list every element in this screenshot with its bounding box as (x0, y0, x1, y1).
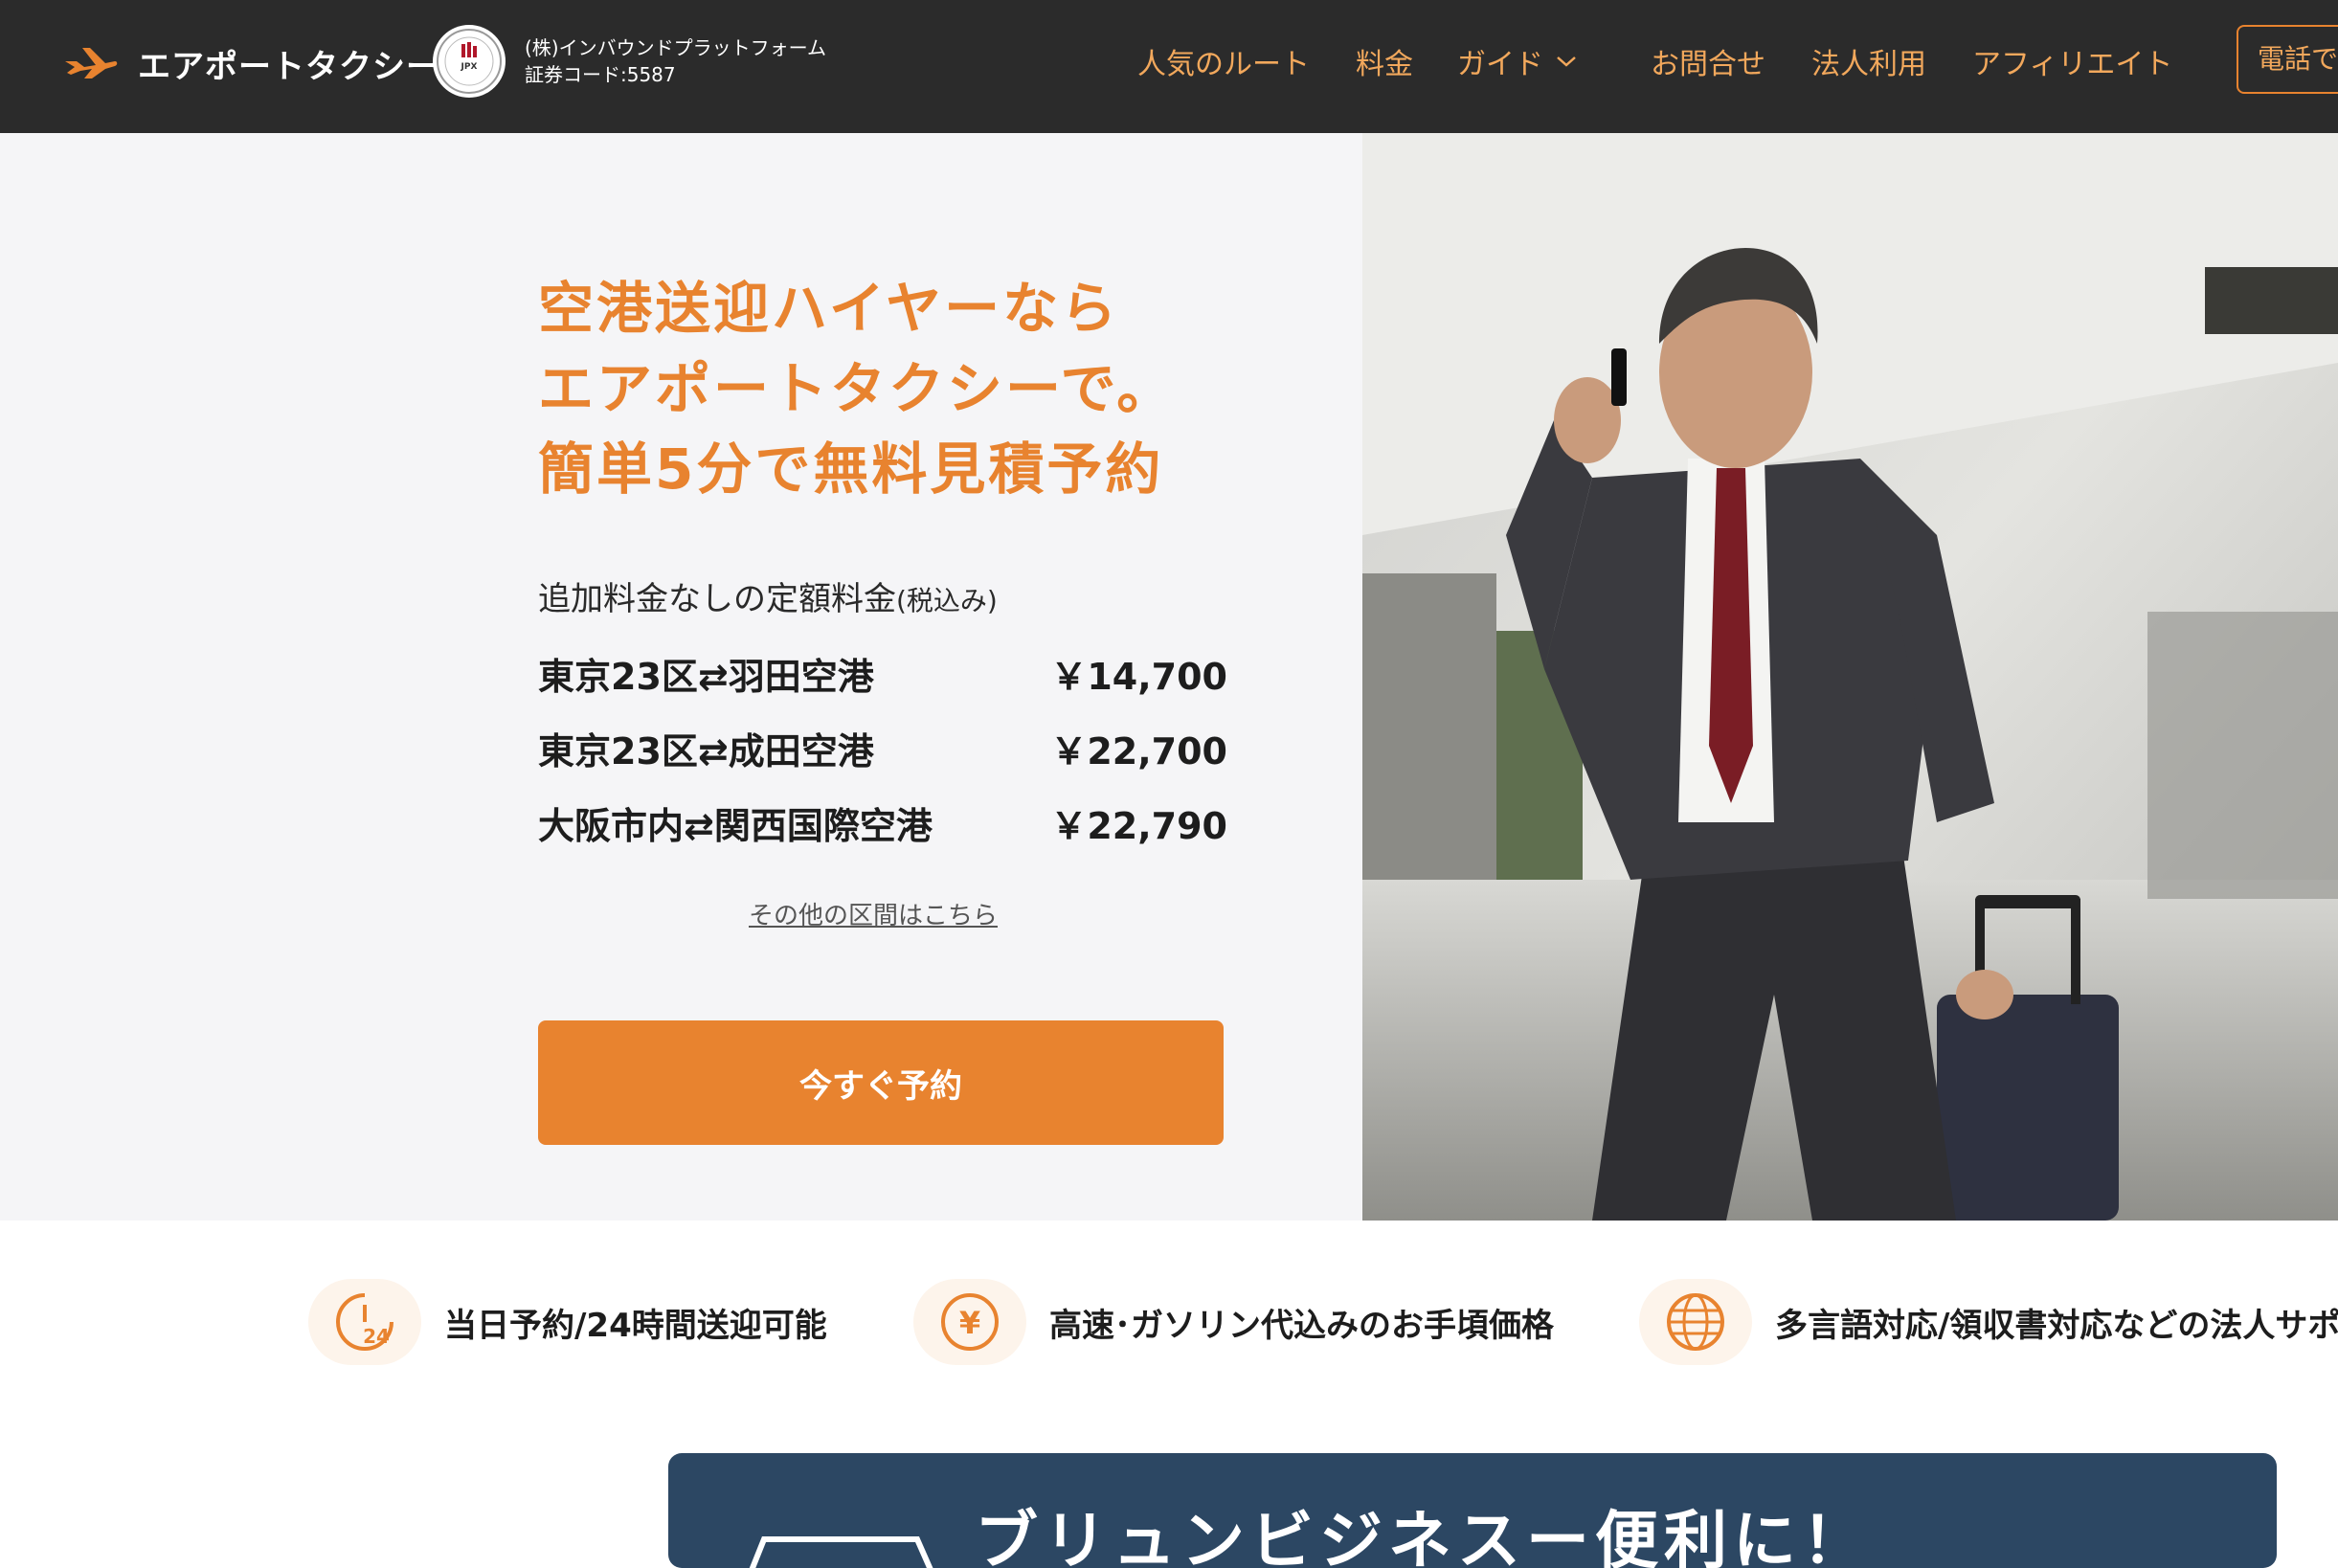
route-price: ￥22,790 (1050, 804, 1227, 847)
nav-contact[interactable]: お問合せ (1651, 38, 1765, 84)
feature-text: 高速･ガソリン代込みのお手頃価格 (1049, 1306, 1554, 1345)
nav-popular-routes[interactable]: 人気のルート (1137, 38, 1310, 84)
brand-logo[interactable]: エアポートタクシー (63, 38, 439, 88)
route-row: 東京23区⇄成田空港 ￥22,700 (538, 721, 1227, 774)
book-now-button[interactable]: 今すぐ予約 (538, 1020, 1224, 1145)
route-name: 東京23区⇄羽田空港 (538, 655, 874, 698)
company-info: (株)インバウンドプラットフォーム 証券コード:5587 (525, 34, 826, 88)
hero-headline: 空港送迎ハイヤーなら エアポートタクシーで。 簡単5分で無料見積予約 (538, 268, 1175, 509)
brand-name: エアポートタクシー (138, 47, 439, 86)
svg-text:¥: ¥ (959, 1305, 980, 1341)
route-price: ￥14,700 (1050, 655, 1227, 698)
svg-text:24: 24 (363, 1325, 390, 1348)
feature-text: 多言語対応/領収書対応などの法人サポ (1775, 1306, 2338, 1345)
route-name: 大阪市内⇄関西国際空港 (538, 804, 933, 847)
price-intro-tax: (税込み) (896, 585, 998, 616)
jpx-listing-seal: JPX (433, 25, 506, 98)
price-intro: 追加料金なしの定額料金(税込み) (538, 572, 998, 619)
headline-line-2: エアポートタクシーで。 (538, 356, 1176, 421)
nav-corporate[interactable]: 法人利用 (1811, 38, 1926, 84)
company-name: (株)インバウンドプラットフォーム (525, 36, 827, 59)
other-routes-link[interactable]: その他の区間はこちら (749, 896, 998, 931)
headline-line-3: 簡単5分で無料見積予約 (538, 437, 1164, 502)
yen-icon: ¥ (913, 1279, 1026, 1365)
business-banner[interactable]: ブリュンビジネスー便利に！ (668, 1453, 2277, 1568)
price-intro-text: 追加料金なしの定額料金 (538, 580, 896, 618)
route-price: ￥22,700 (1050, 729, 1227, 773)
headline-line-1: 空港送迎ハイヤーなら (538, 276, 1120, 341)
nav-affiliate[interactable]: アフィリエイト (1972, 38, 2172, 84)
nav-pricing[interactable]: 料金 (1356, 38, 1413, 84)
banner-text: ブリュンビジネスー便利に！ (975, 1504, 1871, 1568)
airplane-icon (65, 48, 118, 78)
globe-icon (1639, 1279, 1752, 1365)
phone-button[interactable]: 電話で (2237, 25, 2338, 94)
route-row: 大阪市内⇄関西国際空港 ￥22,790 (538, 795, 1227, 849)
stock-code: 証券コード:5587 (525, 63, 676, 86)
route-name: 東京23区⇄成田空港 (538, 729, 874, 773)
nav-guide[interactable]: ガイド (1457, 38, 1578, 84)
car-icon (749, 1536, 933, 1568)
hero-photo-businessman (1362, 133, 2338, 1221)
feature-same-day: 24 当日予約/24時間送迎可能 (308, 1279, 827, 1365)
chevron-down-icon (1557, 56, 1576, 67)
feature-corporate: 多言語対応/領収書対応などの法人サポ (1639, 1279, 2338, 1365)
clock-24-icon: 24 (308, 1279, 421, 1365)
site-header: エアポートタクシー JPX (株)インバウンドプラットフォーム 証券コード:55… (0, 0, 2338, 133)
feature-price: ¥ 高速･ガソリン代込みのお手頃価格 (913, 1279, 1554, 1365)
feature-text: 当日予約/24時間送迎可能 (444, 1306, 827, 1345)
nav-guide-label: ガイド (1457, 48, 1543, 81)
svg-text:JPX: JPX (461, 62, 478, 72)
route-row: 東京23区⇄羽田空港 ￥14,700 (538, 646, 1227, 700)
